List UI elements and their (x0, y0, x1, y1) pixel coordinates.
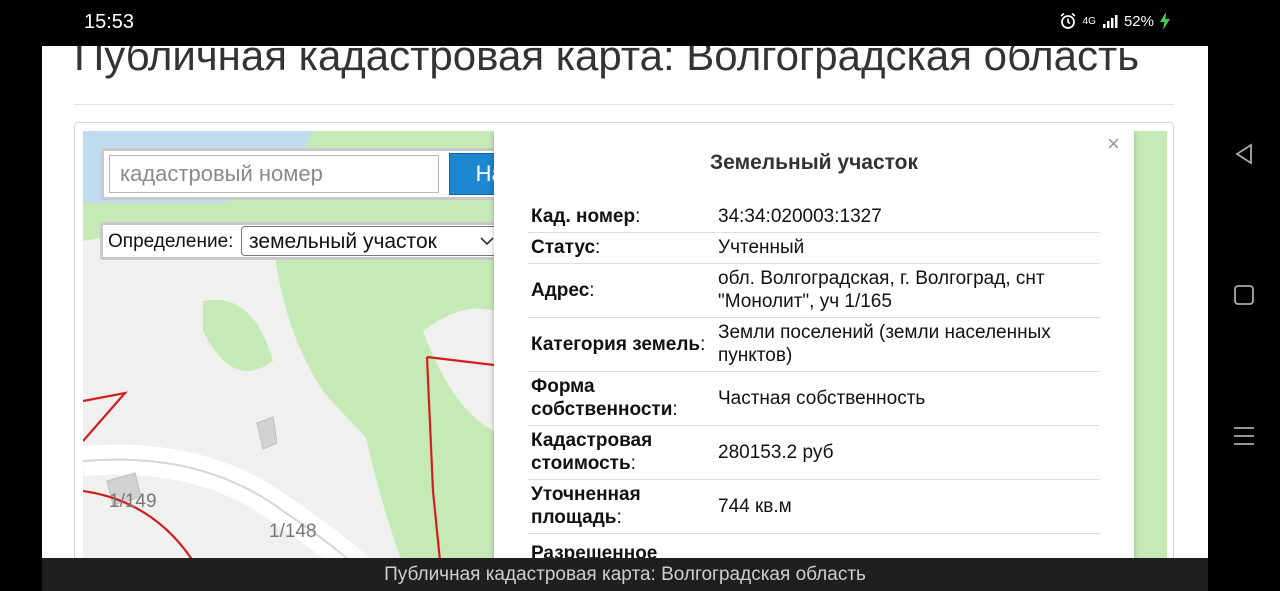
info-row: Адрес: обл. Волгоградская, г. Волгоград, … (528, 263, 1100, 318)
info-row-value: 744 кв.м (712, 479, 1100, 534)
plot-label: 1/149 (109, 491, 157, 512)
info-label-text: Кад. номер (531, 205, 636, 227)
info-row-label: Кадастровая стоимость: (528, 425, 712, 480)
info-label-text: Категория земель (531, 333, 701, 355)
back-icon[interactable] (1232, 142, 1256, 166)
battery-percent: 52% (1123, 12, 1154, 30)
parcel-info-table: Кад. номер: 34:34:020003:1327 Статус: Учтен… (528, 201, 1100, 558)
info-row-label: Кад. номер: (528, 201, 712, 233)
info-row-label: Статус: (528, 232, 712, 264)
popup-title: Земельный участок (710, 151, 918, 174)
info-row-value: Земли поселений (земли населенных пункто… (712, 317, 1100, 372)
map-frame: 1/149 1/148 Найти Определение: земельный… (74, 122, 1174, 558)
cadastral-map[interactable]: 1/149 1/148 Найти Определение: земельный… (83, 131, 1167, 558)
info-row: Кад. номер: 34:34:020003:1327 (528, 201, 1100, 233)
plot-label: 1/148 (269, 521, 317, 542)
status-bar: 15:53 4G 52% (0, 0, 1208, 46)
web-page: Публичная кадастровая карта: Волгоградск… (42, 46, 1208, 558)
info-row: Статус: Учтенный (528, 232, 1100, 264)
title-divider (74, 104, 1174, 105)
info-label-text: Адрес (531, 279, 590, 301)
definition-selected-value: земельный участок (249, 230, 437, 253)
system-nav-bar (1208, 0, 1280, 591)
info-row-value: 34:34:020003:1327 (712, 201, 1100, 233)
bottom-tab-title: Публичная кадастровая карта: Волгоградск… (42, 558, 1208, 591)
info-row-label: Разрешенное (528, 533, 712, 558)
info-row: Форма собственности: Частная собственност… (528, 371, 1100, 426)
parcel-info-popup: × Земельный участок Кад. номер: 34:34:020… (494, 131, 1134, 558)
alarm-icon (1059, 12, 1077, 30)
definition-select[interactable]: земельный участок (241, 226, 503, 256)
info-row: Категория земель: Земли поселений (земли … (528, 317, 1100, 372)
home-icon[interactable] (1232, 283, 1256, 307)
info-row-label: Уточненная площадь: (528, 479, 712, 534)
page-title: Публичная кадастровая карта: Волгоградск… (74, 46, 1140, 79)
info-row-value: 280153.2 руб (712, 425, 1100, 480)
status-time: 15:53 (84, 11, 135, 33)
info-row-label: Категория земель: (528, 317, 712, 372)
info-row-value: Учтенный (712, 232, 1100, 264)
info-label-text: Форма собственности (531, 376, 673, 420)
info-label-text: Статус (531, 237, 596, 258)
cadastral-number-input[interactable] (109, 155, 439, 193)
charging-icon (1160, 12, 1170, 30)
recents-menu-icon[interactable] (1232, 424, 1256, 448)
info-row-label: Адрес: (528, 263, 712, 318)
definition-label: Определение: (108, 231, 234, 252)
signal-icon (1102, 13, 1118, 29)
info-row-value: Частная собственность (712, 371, 1100, 426)
info-row-value (712, 533, 1100, 558)
info-label-text: Уточненная площадь (531, 484, 641, 528)
info-label-text: Разрешенное (531, 542, 658, 559)
info-row: Уточненная площадь: 744 кв.м (528, 479, 1100, 534)
info-row: Кадастровая стоимость: 280153.2 руб (528, 425, 1100, 480)
info-row-label: Форма собственности: (528, 371, 712, 426)
chevron-down-icon (480, 237, 494, 246)
info-row-value: обл. Волгоградская, г. Волгоград, снт "М… (712, 263, 1100, 318)
network-type: 4G (1082, 15, 1096, 27)
info-row: Разрешенное (528, 533, 1100, 558)
definition-control: Определение: земельный участок (100, 222, 504, 260)
